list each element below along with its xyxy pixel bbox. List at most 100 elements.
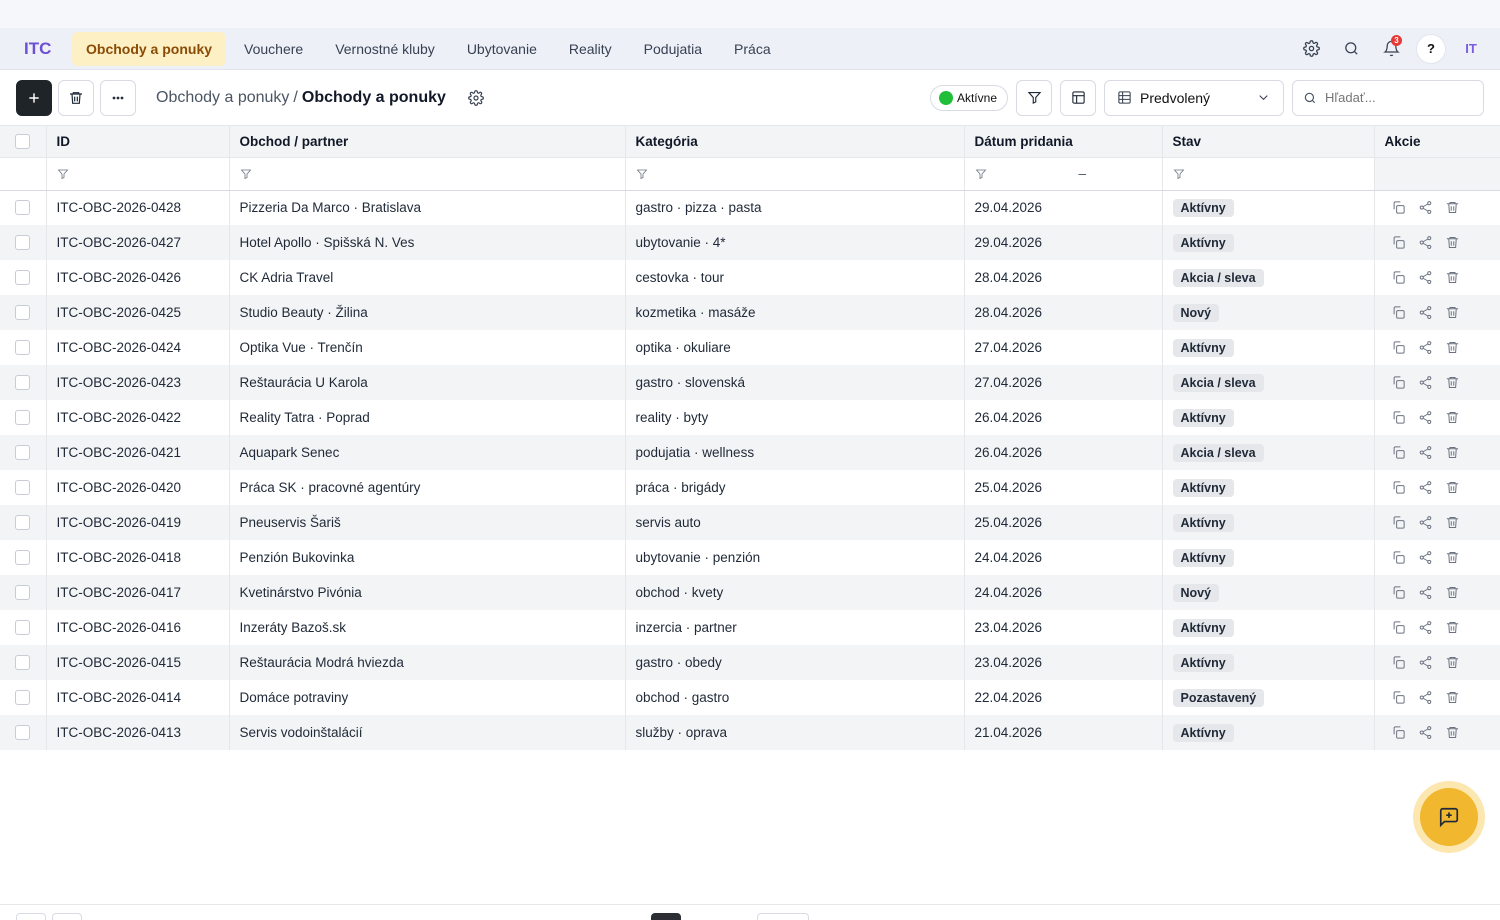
nav-tab-podujatia[interactable]: Podujatia: [630, 32, 716, 66]
row-checkbox[interactable]: [15, 340, 31, 355]
table-row[interactable]: ITC-OBC-2026-0422 Reality Tatra · Poprad r…: [0, 400, 1500, 435]
column-header-category[interactable]: Kategória: [625, 126, 965, 158]
pagination-first-button[interactable]: [16, 913, 46, 920]
row-checkbox[interactable]: [15, 305, 31, 320]
row-checkbox[interactable]: [15, 515, 31, 530]
delete-row-button[interactable]: [1445, 340, 1460, 355]
copy-button[interactable]: [1391, 200, 1406, 215]
breadcrumb-parent[interactable]: Obchody a ponuky: [156, 89, 289, 107]
row-checkbox[interactable]: [15, 375, 31, 390]
table-row[interactable]: ITC-OBC-2026-0414 Domáce potraviny obchod …: [0, 680, 1500, 715]
feedback-fab[interactable]: [1413, 781, 1485, 853]
delete-row-button[interactable]: [1445, 480, 1460, 495]
nav-tab-reality[interactable]: Reality: [555, 32, 626, 66]
table-row[interactable]: ITC-OBC-2026-0419 Pneuservis Šariš servis …: [0, 505, 1500, 540]
share-button[interactable]: [1418, 480, 1433, 495]
columns-button[interactable]: [1060, 79, 1096, 116]
copy-button[interactable]: [1391, 515, 1406, 530]
delete-row-button[interactable]: [1445, 410, 1460, 425]
settings-button[interactable]: [1296, 34, 1326, 64]
copy-button[interactable]: [1391, 410, 1406, 425]
table-row[interactable]: ITC-OBC-2026-0415 Reštaurácia Modrá hviez…: [0, 645, 1500, 680]
column-header-id[interactable]: ID: [46, 126, 230, 158]
row-checkbox[interactable]: [15, 410, 31, 425]
table-row[interactable]: ITC-OBC-2026-0420 Práca SK · pracovné age…: [0, 470, 1500, 505]
delete-button[interactable]: [58, 79, 94, 116]
share-button[interactable]: [1418, 305, 1433, 320]
copy-button[interactable]: [1391, 235, 1406, 250]
view-select[interactable]: Predvolený: [1104, 79, 1284, 116]
help-button[interactable]: ?: [1416, 33, 1446, 64]
delete-row-button[interactable]: [1445, 445, 1460, 460]
copy-button[interactable]: [1391, 690, 1406, 705]
copy-button[interactable]: [1391, 725, 1406, 740]
delete-row-button[interactable]: [1445, 550, 1460, 565]
delete-row-button[interactable]: [1445, 655, 1460, 670]
share-button[interactable]: [1418, 445, 1433, 460]
row-checkbox[interactable]: [15, 445, 31, 460]
share-button[interactable]: [1418, 620, 1433, 635]
copy-button[interactable]: [1391, 620, 1406, 635]
table-row[interactable]: ITC-OBC-2026-0425 Studio Beauty · Žilina k…: [0, 295, 1500, 330]
share-button[interactable]: [1418, 235, 1433, 250]
table-row[interactable]: ITC-OBC-2026-0418 Penzión Bukovinka ubytov…: [0, 540, 1500, 575]
share-button[interactable]: [1418, 200, 1433, 215]
table-row[interactable]: ITC-OBC-2026-0427 Hotel Apollo · Spišská …: [0, 225, 1500, 260]
table-row[interactable]: ITC-OBC-2026-0417 Kvetinárstvo Pivónia obc…: [0, 575, 1500, 610]
more-button[interactable]: [100, 79, 136, 116]
share-button[interactable]: [1418, 690, 1433, 705]
share-button[interactable]: [1418, 585, 1433, 600]
delete-row-button[interactable]: [1445, 515, 1460, 530]
delete-row-button[interactable]: [1445, 620, 1460, 635]
delete-row-button[interactable]: [1445, 375, 1460, 390]
filter-partner[interactable]: [229, 157, 626, 191]
nav-tab-vernostne-kluby[interactable]: Vernostné kluby: [321, 32, 449, 66]
page-settings-button[interactable]: [468, 89, 486, 107]
table-row[interactable]: ITC-OBC-2026-0428 Pizzeria Da Marco · Bra…: [0, 190, 1500, 225]
copy-button[interactable]: [1391, 655, 1406, 670]
global-search-button[interactable]: [1336, 34, 1366, 64]
nav-tab-ubytovanie[interactable]: Ubytovanie: [453, 32, 551, 66]
row-checkbox[interactable]: [15, 620, 31, 635]
delete-row-button[interactable]: [1445, 235, 1460, 250]
copy-button[interactable]: [1391, 340, 1406, 355]
copy-button[interactable]: [1391, 270, 1406, 285]
row-checkbox[interactable]: [15, 480, 31, 495]
pagination-prev-button[interactable]: [52, 913, 82, 920]
column-header-date[interactable]: Dátum pridania: [964, 126, 1163, 158]
table-row[interactable]: ITC-OBC-2026-0416 Inzeráty Bazoš.sk inzerc…: [0, 610, 1500, 645]
delete-row-button[interactable]: [1445, 725, 1460, 740]
share-button[interactable]: [1418, 655, 1433, 670]
page-size-select[interactable]: [757, 913, 809, 920]
share-button[interactable]: [1418, 725, 1433, 740]
search-input[interactable]: [1325, 90, 1465, 105]
share-button[interactable]: [1418, 270, 1433, 285]
share-button[interactable]: [1418, 550, 1433, 565]
add-button[interactable]: [16, 79, 52, 116]
row-checkbox[interactable]: [15, 270, 31, 285]
row-checkbox[interactable]: [15, 550, 31, 565]
app-logo[interactable]: ITC: [16, 39, 72, 59]
nav-tab-vouchere[interactable]: Vouchere: [230, 32, 317, 66]
column-header-partner[interactable]: Obchod / partner: [229, 126, 626, 158]
share-button[interactable]: [1418, 375, 1433, 390]
notifications-button[interactable]: 3: [1376, 34, 1406, 64]
copy-button[interactable]: [1391, 480, 1406, 495]
copy-button[interactable]: [1391, 585, 1406, 600]
delete-row-button[interactable]: [1445, 690, 1460, 705]
user-avatar[interactable]: IT: [1456, 34, 1486, 64]
copy-button[interactable]: [1391, 445, 1406, 460]
copy-button[interactable]: [1391, 375, 1406, 390]
filter-status[interactable]: [1162, 157, 1375, 191]
copy-button[interactable]: [1391, 550, 1406, 565]
delete-row-button[interactable]: [1445, 585, 1460, 600]
select-all-checkbox[interactable]: [15, 133, 31, 149]
table-row[interactable]: ITC-OBC-2026-0424 Optika Vue · Trenčín opt…: [0, 330, 1500, 365]
copy-button[interactable]: [1391, 305, 1406, 320]
row-checkbox[interactable]: [15, 655, 31, 670]
delete-row-button[interactable]: [1445, 200, 1460, 215]
nav-tab-obchody[interactable]: Obchody a ponuky: [72, 31, 227, 66]
filter-date[interactable]: –: [964, 157, 1163, 191]
row-checkbox[interactable]: [15, 690, 31, 705]
filter-id[interactable]: [46, 157, 230, 191]
